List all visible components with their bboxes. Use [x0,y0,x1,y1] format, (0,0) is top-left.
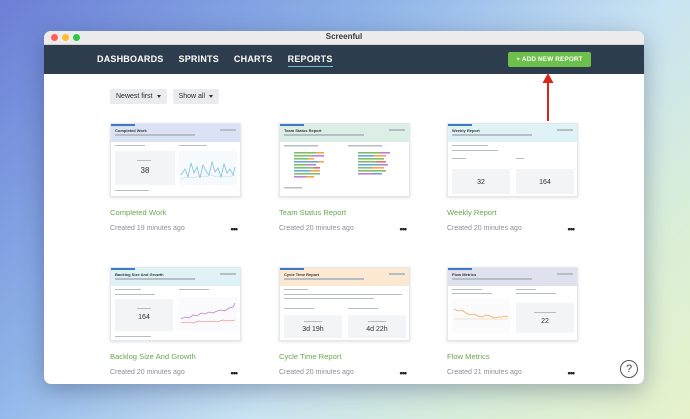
show-dropdown-label: Show all [178,93,206,100]
thumbnail-metric: 32 [477,179,485,186]
report-created-time: Created 20 minutes ago [279,369,354,376]
report-title[interactable]: Flow Metrics [447,352,578,361]
report-created-time: Created 20 minutes ago [279,225,354,232]
thumbnail-header: Weekly Report [448,124,577,142]
chevron-down-icon [209,95,214,98]
report-card-weekly[interactable]: Weekly Report 32 164 Weekly Report Creat… [447,123,578,234]
nav-reports[interactable]: REPORTS [287,54,333,67]
more-options-icon[interactable]: ••• [400,224,408,234]
report-thumbnail[interactable]: Flow Metrics 22 [447,267,578,341]
chevron-down-icon [156,95,161,98]
report-title[interactable]: Backlog Size And Growth [110,352,241,361]
thumbnail-title: Weekly Report [452,128,480,133]
filter-bar: Newest first Show all [110,89,220,104]
thumbnail-title: Cycle Time Report [284,272,320,277]
report-thumbnail[interactable]: Team Status Report [279,123,410,197]
report-created-time: Created 20 minutes ago [447,225,522,232]
report-card-team-status[interactable]: Team Status Report Team Status Report Cr… [279,123,410,234]
thumbnail-line-chart [179,297,237,331]
thumbnail-metric: 22 [541,318,549,325]
thumbnail-line-chart [452,299,510,333]
report-title[interactable]: Team Status Report [279,208,410,217]
red-arrow-annotation [542,73,554,121]
report-thumbnail[interactable]: Weekly Report 32 164 [447,123,578,197]
thumbnail-title: Team Status Report [284,128,322,133]
thumbnail-metric: 4d 22h [366,326,388,333]
nav-dashboards[interactable]: DASHBOARDS [97,54,164,67]
report-title[interactable]: Completed Work [110,208,241,217]
thumbnail-header: Backlog Size And Growth [111,268,240,286]
thumbnail-header: Completed Work [111,124,240,142]
nav-sprints[interactable]: SPRINTS [179,54,219,67]
report-card-cycle-time[interactable]: Cycle Time Report 3d 19h 4d 22h Cycle Ti… [279,267,410,378]
window-title: Screenful [325,32,363,41]
more-options-icon[interactable]: ••• [231,368,239,378]
title-bar: Screenful [44,31,644,45]
thumbnail-header: Flow Metrics [448,268,577,286]
more-options-icon[interactable]: ••• [568,368,576,378]
report-card-completed-work[interactable]: Completed Work 38 Completed Work Created… [110,123,241,234]
add-new-report-button[interactable]: + ADD NEW REPORT [508,52,591,67]
sort-dropdown[interactable]: Newest first [110,89,167,104]
report-thumbnail[interactable]: Completed Work 38 [110,123,241,197]
more-options-icon[interactable]: ••• [400,368,408,378]
help-button[interactable]: ? [620,360,638,378]
thumbnail-header: Team Status Report [280,124,409,142]
report-created-time: Created 20 minutes ago [110,369,185,376]
sort-dropdown-label: Newest first [116,93,153,100]
thumbnail-title: Flow Metrics [452,272,477,277]
thumbnail-bar-charts [284,145,390,189]
thumbnail-header: Cycle Time Report [280,268,409,286]
thumbnail-metric: 3d 19h [302,326,324,333]
nav-charts[interactable]: CHARTS [234,54,273,67]
report-title[interactable]: Weekly Report [447,208,578,217]
top-navbar: DASHBOARDS SPRINTS CHARTS REPORTS + ADD … [44,45,644,74]
report-thumbnail[interactable]: Cycle Time Report 3d 19h 4d 22h [279,267,410,341]
report-card-flow-metrics[interactable]: Flow Metrics 22 Flow Metrics Created 21 … [447,267,578,378]
report-thumbnail[interactable]: Backlog Size And Growth 164 [110,267,241,341]
more-options-icon[interactable]: ••• [568,224,576,234]
thumbnail-title: Completed Work [115,128,147,133]
show-dropdown[interactable]: Show all [172,89,220,104]
thumbnail-metric: 38 [140,166,150,175]
report-title[interactable]: Cycle Time Report [279,352,410,361]
more-options-icon[interactable]: ••• [231,224,239,234]
thumbnail-title: Backlog Size And Growth [115,272,164,277]
thumbnail-metric: 164 [539,179,551,186]
thumbnail-metric: 164 [138,314,150,321]
report-card-backlog-size-and-growth[interactable]: Backlog Size And Growth 164 Backlog Size… [110,267,241,378]
report-created-time: Created 21 minutes ago [447,369,522,376]
app-window: Screenful DASHBOARDS SPRINTS CHARTS REPO… [44,31,644,384]
report-created-time: Created 19 minutes ago [110,225,185,232]
thumbnail-line-chart [179,151,237,185]
